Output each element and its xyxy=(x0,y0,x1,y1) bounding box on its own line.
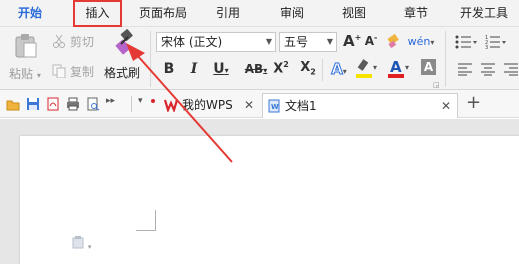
document-icon: W xyxy=(268,99,280,113)
shrink-font-icon[interactable]: A- xyxy=(363,33,379,53)
close-icon[interactable]: ✕ xyxy=(244,93,254,117)
chevron-down-icon: ▾ xyxy=(405,63,410,72)
clipboard-icon xyxy=(15,34,37,58)
font-size-select[interactable]: 五号 ▼ xyxy=(279,32,337,52)
clipboard-icon xyxy=(72,236,84,249)
bullet-list-icon[interactable] xyxy=(455,34,477,50)
dialog-launcher-icon[interactable]: ◲ xyxy=(433,81,440,89)
doc-tab-document1[interactable]: W 文档1 ✕ xyxy=(262,93,458,118)
open-folder-icon[interactable] xyxy=(6,97,20,111)
ribbon-tab-bar: 开始 插入 页面布局 引用 审阅 视图 章节 开发工具 xyxy=(0,0,519,27)
grow-font-icon[interactable]: A+ xyxy=(343,32,361,52)
document-canvas: ▾ xyxy=(0,119,519,264)
copy-label: 复制 xyxy=(70,64,95,79)
divider xyxy=(322,59,323,81)
chevron-down-icon: ▼ xyxy=(326,37,333,46)
paste-options-icon[interactable]: ▾ xyxy=(72,236,91,252)
highlight-color-bar xyxy=(356,74,372,78)
scissors-icon xyxy=(53,34,65,48)
close-icon[interactable]: ✕ xyxy=(441,94,451,118)
align-right-icon[interactable] xyxy=(504,62,518,76)
copy-icon xyxy=(52,64,66,78)
paste-label: 粘贴 xyxy=(9,67,34,81)
font-family-value: 宋体 (正文) xyxy=(161,35,223,49)
subscript-button[interactable]: X2 xyxy=(300,60,316,77)
align-left-icon[interactable] xyxy=(458,62,472,76)
superscript-button[interactable]: X2 xyxy=(273,60,289,76)
font-color-bar xyxy=(388,74,404,78)
svg-text:W: W xyxy=(271,103,279,111)
new-tab-icon[interactable]: + xyxy=(466,92,481,113)
tab-review[interactable]: 审阅 xyxy=(274,0,310,27)
tab-view[interactable]: 视图 xyxy=(336,0,372,27)
document-page[interactable]: ▾ xyxy=(20,136,519,264)
highlight-color-button[interactable]: ▾ xyxy=(356,59,380,81)
underline-button[interactable]: U▾ xyxy=(210,61,232,77)
chevron-down-icon: ▾ xyxy=(373,63,378,72)
tab-page-layout[interactable]: 页面布局 xyxy=(133,0,193,27)
highlighter-pen-icon xyxy=(357,59,369,71)
wps-logo-icon xyxy=(164,99,178,112)
paste-button[interactable]: 粘贴 ▾ xyxy=(6,31,46,89)
svg-text:3: 3 xyxy=(485,45,488,50)
print-icon[interactable] xyxy=(66,97,80,111)
bold-button[interactable]: B xyxy=(162,61,176,77)
chevron-down-icon: ▾ xyxy=(87,243,92,251)
doc-tab-label: 我的WPS xyxy=(182,98,233,112)
text-effect-icon[interactable]: A▾ xyxy=(328,60,350,79)
export-pdf-icon[interactable] xyxy=(46,97,60,111)
customize-toolbar-icon[interactable]: ▾ xyxy=(138,96,143,106)
strikethrough-button[interactable]: AB▾ xyxy=(242,62,270,76)
clear-format-icon[interactable] xyxy=(386,33,402,49)
cut-label: 剪切 xyxy=(70,34,95,49)
copy-button[interactable]: 复制 xyxy=(52,62,94,80)
pinyin-guide-icon[interactable]: wén▾ xyxy=(406,31,436,53)
notification-dot-icon xyxy=(151,99,155,103)
cut-button[interactable]: 剪切 xyxy=(52,32,94,50)
italic-button[interactable]: I xyxy=(188,61,200,77)
print-preview-icon[interactable] xyxy=(86,97,100,111)
ribbon-home: 粘贴 ▾ 剪切 复制 格式刷 宋体 (正文) ▼ 五号 ▼ A+ A- wén▾… xyxy=(0,27,519,90)
chevron-down-icon: ▾ xyxy=(36,71,41,80)
numbered-list-icon[interactable]: 1 2 3 xyxy=(485,34,507,50)
more-commands-icon[interactable]: ▸▸ xyxy=(106,96,115,106)
tab-insert[interactable]: 插入 xyxy=(73,0,122,27)
tab-references[interactable]: 引用 xyxy=(210,0,246,27)
divider xyxy=(150,31,151,87)
character-shading-button[interactable]: A xyxy=(421,59,436,75)
doc-tab-my-wps[interactable]: 我的WPS ✕ xyxy=(160,93,260,118)
align-center-icon[interactable] xyxy=(481,62,495,76)
tab-sections[interactable]: 章节 xyxy=(398,0,434,27)
chevron-down-icon: ▼ xyxy=(265,37,272,46)
divider xyxy=(131,96,132,112)
font-family-select[interactable]: 宋体 (正文) ▼ xyxy=(156,32,276,52)
font-size-value: 五号 xyxy=(284,35,309,49)
margin-corner-mark xyxy=(136,210,156,231)
format-painter-button[interactable]: 格式刷 xyxy=(104,29,144,87)
format-painter-label: 格式刷 xyxy=(104,66,141,80)
doc-tab-label: 文档1 xyxy=(285,99,317,113)
format-painter-icon xyxy=(115,29,133,55)
quick-access-toolbar: ▸▸ ▾ 我的WPS ✕ W 文档1 ✕ + xyxy=(0,90,519,118)
font-color-button[interactable]: A ▾ xyxy=(388,58,414,80)
tab-home[interactable]: 开始 xyxy=(8,0,52,27)
divider xyxy=(445,59,446,81)
tab-developer-tools[interactable]: 开发工具 xyxy=(455,0,513,27)
save-icon[interactable] xyxy=(26,97,40,111)
